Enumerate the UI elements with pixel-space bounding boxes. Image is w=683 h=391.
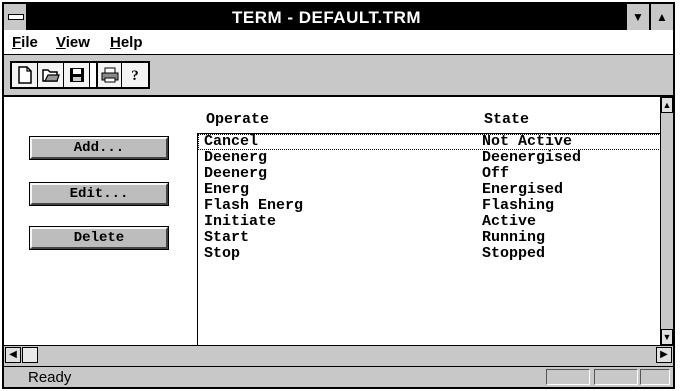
toolbar: ? xyxy=(4,55,673,97)
edit-button[interactable]: Edit... xyxy=(29,182,169,206)
title-bar: TERM - DEFAULT.TRM ▼ ▲ xyxy=(4,4,673,30)
scroll-up-arrow-icon[interactable]: ▲ xyxy=(661,97,673,113)
status-panel xyxy=(594,369,638,385)
operate-cell: Initiate xyxy=(204,213,277,230)
window-title: TERM - DEFAULT.TRM xyxy=(231,8,422,27)
state-cell: Deenergised xyxy=(482,149,582,166)
save-icon[interactable] xyxy=(64,63,90,87)
operate-cell: Cancel xyxy=(204,133,259,150)
column-header-state[interactable]: State xyxy=(484,111,529,128)
status-panel xyxy=(640,369,670,385)
menu-file[interactable]: File xyxy=(12,34,38,51)
list-row[interactable]: Stop Stopped xyxy=(198,246,667,262)
state-cell: Stopped xyxy=(482,245,546,262)
maximize-button[interactable]: ▲ xyxy=(649,4,673,30)
operate-cell: Stop xyxy=(204,245,241,262)
app-window: TERM - DEFAULT.TRM ▼ ▲ File View Help ? xyxy=(2,2,675,389)
list-row[interactable]: Deenerg Off xyxy=(198,166,667,182)
list-header: Operate State xyxy=(200,111,670,131)
main-content: Add... Edit... Delete Operate State Canc… xyxy=(4,97,673,345)
operate-cell: Deenerg xyxy=(204,165,268,182)
state-cell: Flashing xyxy=(482,197,555,214)
system-menu-icon xyxy=(8,14,24,20)
scroll-left-arrow-icon[interactable]: ◀ xyxy=(5,347,21,363)
menu-view[interactable]: View xyxy=(56,34,90,51)
help-icon[interactable]: ? xyxy=(122,63,148,87)
list-row[interactable]: Flash Energ Flashing xyxy=(198,198,667,214)
scroll-down-arrow-icon[interactable]: ▼ xyxy=(661,329,673,345)
vertical-scrollbar[interactable]: ▲ ▼ xyxy=(660,97,673,345)
operate-cell: Start xyxy=(204,229,250,246)
status-text: Ready xyxy=(28,369,72,386)
list-row[interactable]: Deenerg Deenergised xyxy=(198,150,667,166)
scroll-thumb[interactable] xyxy=(22,347,38,363)
scroll-right-arrow-icon[interactable]: ▶ xyxy=(656,347,672,363)
minimize-button[interactable]: ▼ xyxy=(625,4,649,30)
print-icon[interactable] xyxy=(96,63,122,87)
svg-text:?: ? xyxy=(131,68,139,84)
state-cell: Running xyxy=(482,229,546,246)
list-row[interactable]: Cancel Not Active xyxy=(198,134,667,150)
state-cell: Energised xyxy=(482,181,564,198)
list-row[interactable]: Initiate Active xyxy=(198,214,667,230)
add-button[interactable]: Add... xyxy=(29,136,169,160)
menu-bar: File View Help xyxy=(4,30,673,55)
toolbar-buttons: ? xyxy=(10,61,150,89)
new-document-icon[interactable] xyxy=(12,63,38,87)
list-row[interactable]: Start Running xyxy=(198,230,667,246)
open-folder-icon[interactable] xyxy=(38,63,64,87)
status-bar: Ready xyxy=(4,367,673,387)
horizontal-scrollbar[interactable]: ◀ ▶ xyxy=(4,345,673,367)
operate-cell: Flash Energ xyxy=(204,197,304,214)
state-cell: Off xyxy=(482,165,510,182)
operate-cell: Deenerg xyxy=(204,149,268,166)
operate-cell: Energ xyxy=(204,181,250,198)
operation-list[interactable]: Cancel Not Active Deenerg Deenergised De… xyxy=(197,133,667,345)
delete-button[interactable]: Delete xyxy=(29,226,169,250)
column-header-operate[interactable]: Operate xyxy=(206,111,269,128)
list-row[interactable]: Energ Energised xyxy=(198,182,667,198)
system-menu-button[interactable] xyxy=(4,4,28,30)
state-cell: Active xyxy=(482,213,537,230)
state-cell: Not Active xyxy=(482,133,573,150)
status-panel xyxy=(546,369,590,385)
menu-help[interactable]: Help xyxy=(110,34,143,51)
